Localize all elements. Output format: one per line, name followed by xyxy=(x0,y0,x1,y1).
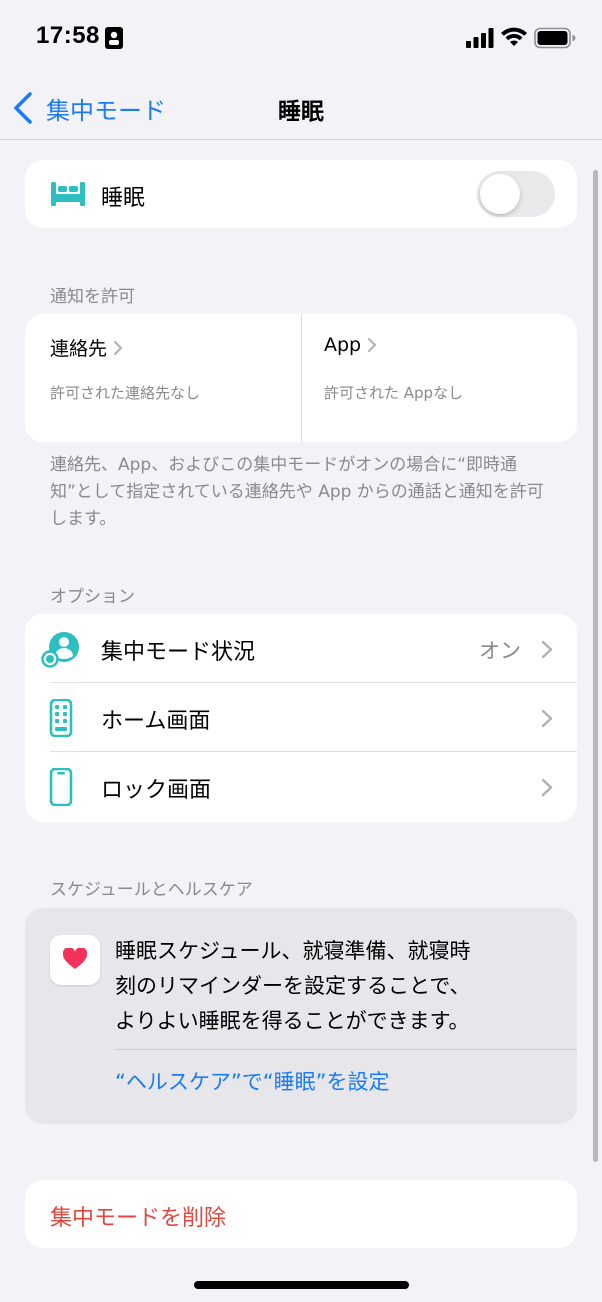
health-description: 睡眠スケジュール、就寝準備、就寝時 刻のリマインダーを設定することで、 よりよい… xyxy=(115,939,471,1033)
allowed-contacts-button[interactable]: 連絡先 許可された連絡先なし xyxy=(25,314,301,442)
cellular-signal-icon xyxy=(466,28,494,48)
notifications-footer: 連絡先、App、およびこの集中モードがオンの場合に“即時通知”として指定されてい… xyxy=(50,455,544,529)
sleep-focus-row: 睡眠 xyxy=(25,160,577,228)
lock-screen-icon xyxy=(49,768,73,806)
chevron-right-icon xyxy=(541,640,553,659)
health-app-icon xyxy=(50,935,100,985)
setup-sleep-in-health-link[interactable]: “ヘルスケア”で“睡眠”を設定 xyxy=(115,1066,390,1096)
sleep-toggle[interactable] xyxy=(477,171,555,217)
sleep-label: 睡眠 xyxy=(101,186,146,211)
home-indicator[interactable] xyxy=(194,1281,409,1289)
lock-screen-row[interactable]: ロック画面 xyxy=(25,752,577,821)
heart-icon xyxy=(63,948,87,969)
toggle-knob xyxy=(480,174,520,214)
bed-icon xyxy=(51,182,85,206)
focus-status-label: 集中モード状況 xyxy=(101,640,256,665)
delete-focus-button[interactable]: 集中モードを削除 xyxy=(25,1180,577,1248)
allow-notifications-header: 通知を許可 xyxy=(50,287,135,307)
status-bar: 17:58 xyxy=(0,0,602,76)
home-screen-row[interactable]: ホーム画面 xyxy=(25,683,577,752)
chevron-right-icon xyxy=(541,709,553,728)
contacts-title: 連絡先 xyxy=(50,338,108,360)
allowed-apps-button[interactable]: App 許可された Appなし xyxy=(301,314,577,442)
options-card: 集中モード状況 オン ホーム画面 ロック画面 xyxy=(25,614,577,822)
allow-notifications-card: 連絡先 許可された連絡先なし App 許可された Appなし xyxy=(25,314,577,442)
navigation-bar: 集中モード 睡眠 xyxy=(0,76,602,140)
contacts-subtitle: 許可された連絡先なし xyxy=(50,384,201,402)
page-title: 睡眠 xyxy=(278,99,324,125)
status-time: 17:58 xyxy=(36,22,100,49)
focus-status-icon xyxy=(41,632,79,668)
apps-title: App xyxy=(324,334,362,356)
lock-screen-label: ロック画面 xyxy=(101,778,212,803)
scroll-indicator[interactable] xyxy=(593,170,598,1162)
home-screen-icon xyxy=(49,699,73,737)
focus-status-row[interactable]: 集中モード状況 オン xyxy=(25,614,577,683)
contact-card-icon xyxy=(105,27,123,49)
health-schedule-card: 睡眠スケジュール、就寝準備、就寝時 刻のリマインダーを設定することで、 よりよい… xyxy=(25,908,577,1124)
apps-subtitle: 許可された Appなし xyxy=(324,384,464,402)
focus-status-value: オン xyxy=(479,639,521,663)
chevron-right-icon xyxy=(114,340,123,355)
delete-focus-label: 集中モードを削除 xyxy=(50,1206,227,1231)
chevron-right-icon xyxy=(541,778,553,797)
schedule-health-header: スケジュールとヘルスケア xyxy=(50,880,253,900)
chevron-right-icon xyxy=(368,338,377,352)
battery-icon xyxy=(534,27,576,49)
options-header: オプション xyxy=(50,587,135,607)
wifi-icon xyxy=(501,27,527,46)
home-screen-label: ホーム画面 xyxy=(101,709,211,734)
